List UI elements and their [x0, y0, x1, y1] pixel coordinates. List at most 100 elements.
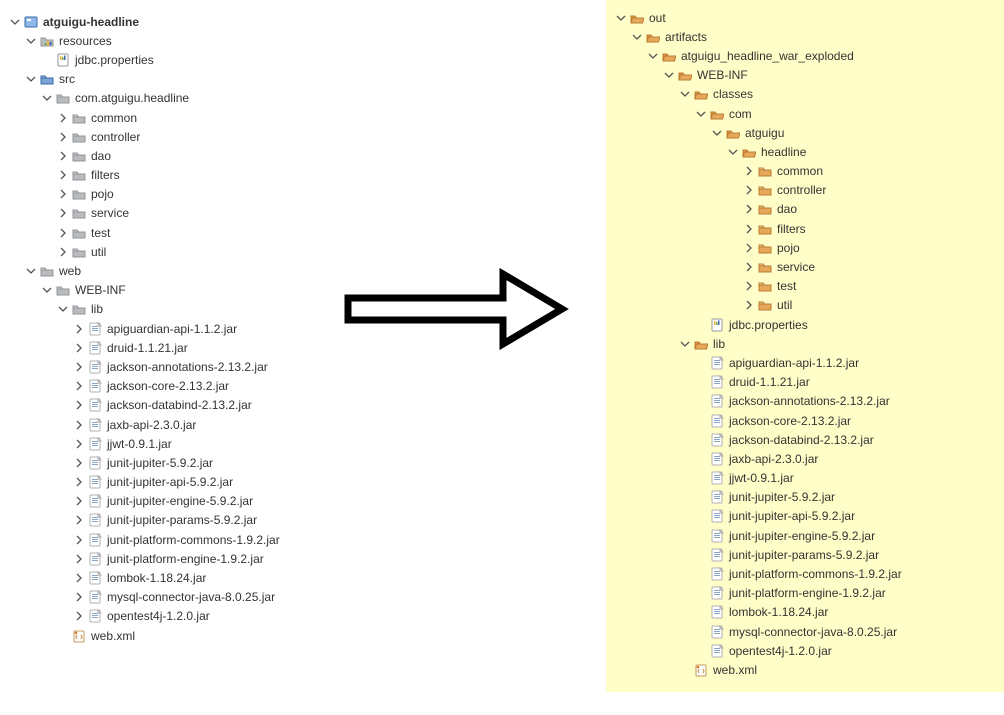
- tree-item[interactable]: junit-jupiter-5.9.2.jar: [72, 453, 352, 472]
- chevron-right-icon[interactable]: [56, 168, 70, 182]
- tree-item[interactable]: util: [742, 296, 996, 315]
- tree-item[interactable]: jackson-annotations-2.13.2.jar: [694, 392, 996, 411]
- tree-item[interactable]: druid-1.1.21.jar: [72, 338, 352, 357]
- chevron-down-icon[interactable]: [24, 34, 38, 48]
- tree-item[interactable]: service: [56, 204, 352, 223]
- tree-item-artifacts[interactable]: artifacts: [630, 27, 996, 46]
- tree-item-atguigu[interactable]: atguigu: [710, 123, 996, 142]
- tree-item[interactable]: common: [742, 162, 996, 181]
- chevron-right-icon[interactable]: [72, 341, 86, 355]
- tree-item[interactable]: jaxb-api-2.3.0.jar: [694, 449, 996, 468]
- tree-item-classes[interactable]: classes: [678, 85, 996, 104]
- tree-item[interactable]: junit-platform-commons-1.9.2.jar: [72, 530, 352, 549]
- tree-item[interactable]: jackson-core-2.13.2.jar: [72, 377, 352, 396]
- chevron-right-icon[interactable]: [56, 206, 70, 220]
- chevron-right-icon[interactable]: [742, 241, 756, 255]
- tree-item[interactable]: jaxb-api-2.3.0.jar: [72, 415, 352, 434]
- chevron-down-icon[interactable]: [662, 68, 676, 82]
- chevron-down-icon[interactable]: [40, 283, 54, 297]
- chevron-right-icon[interactable]: [742, 222, 756, 236]
- tree-item[interactable]: common: [56, 108, 352, 127]
- chevron-right-icon[interactable]: [72, 494, 86, 508]
- chevron-down-icon[interactable]: [56, 302, 70, 316]
- chevron-right-icon[interactable]: [72, 437, 86, 451]
- tree-item-webinf[interactable]: WEB-INF: [40, 281, 352, 300]
- tree-item[interactable]: junit-platform-engine-1.9.2.jar: [72, 549, 352, 568]
- chevron-right-icon[interactable]: [72, 609, 86, 623]
- tree-item[interactable]: dao: [56, 146, 352, 165]
- tree-item[interactable]: test: [742, 277, 996, 296]
- chevron-down-icon[interactable]: [614, 11, 628, 25]
- chevron-right-icon[interactable]: [72, 552, 86, 566]
- chevron-down-icon[interactable]: [678, 337, 692, 351]
- tree-item[interactable]: lombok-1.18.24.jar: [72, 568, 352, 587]
- chevron-down-icon[interactable]: [646, 49, 660, 63]
- tree-item[interactable]: junit-jupiter-engine-5.9.2.jar: [72, 492, 352, 511]
- chevron-down-icon[interactable]: [24, 264, 38, 278]
- chevron-right-icon[interactable]: [72, 533, 86, 547]
- tree-item[interactable]: junit-jupiter-api-5.9.2.jar: [694, 507, 996, 526]
- chevron-right-icon[interactable]: [72, 475, 86, 489]
- tree-item-out[interactable]: out: [614, 8, 996, 27]
- tree-item-root[interactable]: atguigu-headline: [8, 12, 352, 31]
- tree-item[interactable]: apiguardian-api-1.1.2.jar: [72, 319, 352, 338]
- chevron-right-icon[interactable]: [742, 164, 756, 178]
- tree-item[interactable]: junit-jupiter-api-5.9.2.jar: [72, 473, 352, 492]
- tree-item[interactable]: junit-jupiter-params-5.9.2.jar: [72, 511, 352, 530]
- tree-item[interactable]: jackson-databind-2.13.2.jar: [694, 430, 996, 449]
- tree-item[interactable]: jackson-databind-2.13.2.jar: [72, 396, 352, 415]
- tree-item[interactable]: junit-jupiter-params-5.9.2.jar: [694, 545, 996, 564]
- tree-item[interactable]: lombok-1.18.24.jar: [694, 603, 996, 622]
- chevron-right-icon[interactable]: [72, 590, 86, 604]
- tree-item[interactable]: jackson-core-2.13.2.jar: [694, 411, 996, 430]
- tree-item-jdbc-properties[interactable]: jdbc.properties: [694, 315, 996, 334]
- tree-item[interactable]: filters: [742, 219, 996, 238]
- tree-item[interactable]: mysql-connector-java-8.0.25.jar: [72, 588, 352, 607]
- tree-item-webinf[interactable]: WEB-INF: [662, 66, 996, 85]
- chevron-right-icon[interactable]: [72, 360, 86, 374]
- tree-item[interactable]: controller: [742, 181, 996, 200]
- chevron-right-icon[interactable]: [56, 226, 70, 240]
- tree-item[interactable]: dao: [742, 200, 996, 219]
- chevron-right-icon[interactable]: [72, 456, 86, 470]
- chevron-right-icon[interactable]: [56, 187, 70, 201]
- chevron-right-icon[interactable]: [56, 149, 70, 163]
- chevron-right-icon[interactable]: [56, 130, 70, 144]
- chevron-down-icon[interactable]: [726, 145, 740, 159]
- tree-item-headline[interactable]: headline: [726, 142, 996, 161]
- chevron-down-icon[interactable]: [710, 126, 724, 140]
- tree-item-src[interactable]: src: [24, 70, 352, 89]
- chevron-down-icon[interactable]: [630, 30, 644, 44]
- chevron-right-icon[interactable]: [56, 245, 70, 259]
- chevron-down-icon[interactable]: [8, 15, 22, 29]
- tree-item-lib[interactable]: lib: [678, 334, 996, 353]
- tree-item-webxml[interactable]: web.xml: [678, 660, 996, 679]
- chevron-right-icon[interactable]: [742, 298, 756, 312]
- tree-item-com[interactable]: com: [694, 104, 996, 123]
- tree-item[interactable]: filters: [56, 166, 352, 185]
- tree-item-package[interactable]: com.atguigu.headline: [40, 89, 352, 108]
- tree-item-resources[interactable]: resources: [24, 31, 352, 50]
- chevron-right-icon[interactable]: [742, 202, 756, 216]
- tree-item-lib[interactable]: lib: [56, 300, 352, 319]
- tree-item[interactable]: controller: [56, 127, 352, 146]
- tree-item[interactable]: pojo: [742, 238, 996, 257]
- tree-item[interactable]: apiguardian-api-1.1.2.jar: [694, 353, 996, 372]
- chevron-down-icon[interactable]: [694, 107, 708, 121]
- tree-item[interactable]: druid-1.1.21.jar: [694, 373, 996, 392]
- tree-item-jdbc-properties[interactable]: jdbc.properties: [40, 50, 352, 69]
- chevron-right-icon[interactable]: [742, 183, 756, 197]
- chevron-right-icon[interactable]: [56, 111, 70, 125]
- tree-item-artifact[interactable]: atguigu_headline_war_exploded: [646, 46, 996, 65]
- chevron-down-icon[interactable]: [40, 91, 54, 105]
- tree-item-web[interactable]: web: [24, 261, 352, 280]
- chevron-right-icon[interactable]: [72, 513, 86, 527]
- tree-item[interactable]: service: [742, 257, 996, 276]
- tree-item[interactable]: junit-platform-commons-1.9.2.jar: [694, 564, 996, 583]
- tree-item[interactable]: jjwt-0.9.1.jar: [72, 434, 352, 453]
- chevron-right-icon[interactable]: [742, 279, 756, 293]
- chevron-right-icon[interactable]: [742, 260, 756, 274]
- tree-item[interactable]: opentest4j-1.2.0.jar: [72, 607, 352, 626]
- tree-item[interactable]: opentest4j-1.2.0.jar: [694, 641, 996, 660]
- chevron-right-icon[interactable]: [72, 398, 86, 412]
